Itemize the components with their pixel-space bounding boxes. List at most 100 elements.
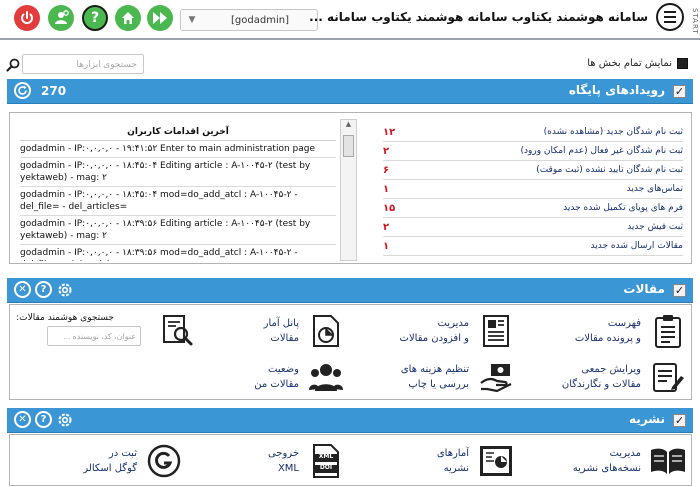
power-icon[interactable] <box>14 5 40 31</box>
xml-export-tile[interactable]: XML DOI خروجی XML <box>205 441 345 481</box>
publication-panel: مدیریت نسخه‌های نشریه آمارهای نشریه XML DO… <box>9 434 692 486</box>
tile-label: فهرست و پرونده مقالات <box>574 318 641 344</box>
manage-articles-tile[interactable]: مدیریت و افزودن مقالات <box>375 311 515 351</box>
publication-section-checkbox[interactable]: ✓ <box>673 414 686 427</box>
event-label: تماس‌های جدید <box>626 184 683 194</box>
close-icon[interactable]: ✕ <box>14 411 31 428</box>
edit-document-icon <box>649 358 687 396</box>
help-icon[interactable]: ? <box>35 411 52 428</box>
google-scholar-tile[interactable]: ثبت در گوگل اسکالر <box>43 441 183 481</box>
document-search-icon <box>159 312 197 350</box>
event-label: ثبت نام شدگان جدید (مشاهده نشده) <box>543 127 683 137</box>
event-label: ثبت نام شدگان غیر فعال (عدم امکان ورود) <box>520 146 684 156</box>
event-count: ۲ <box>383 221 390 233</box>
event-item[interactable]: مقالات ارسال شده جدید ۱ <box>383 237 683 256</box>
document-icon <box>477 312 515 350</box>
stats-document-icon <box>307 312 345 350</box>
scroll-up-icon[interactable]: ▲ <box>341 120 356 132</box>
site-title: سامانه هوشمند یکتاوب سامانه هوشمند یکتاو… <box>309 10 648 24</box>
publication-stats-tile[interactable]: آمارهای نشریه <box>375 441 515 481</box>
user-select[interactable]: ▼ [godadmin] <box>180 9 318 31</box>
xml-doc-bottom-text: DOI <box>319 464 333 471</box>
tools-search-input[interactable] <box>22 54 144 74</box>
log-entry: godadmin - IP:۰,۰,۰,۰ - ۱۸:۳۹:۵۶ Editing… <box>20 216 336 245</box>
close-icon[interactable]: ✕ <box>14 281 31 298</box>
event-item[interactable]: ثبت نام شدگان جدید (مشاهده نشده) ۱۲ <box>383 123 683 142</box>
article-stats-tile[interactable]: پانل آمار مقالات <box>205 311 345 351</box>
tile-label: خروجی XML <box>267 448 299 474</box>
tile-label: مدیریت و افزودن مقالات <box>399 318 469 344</box>
users-group-icon <box>307 358 345 396</box>
tile-label: ویرایش جمعی مقالات و نگارندگان <box>561 364 641 390</box>
articles-section-title: مقالات <box>623 282 665 296</box>
tile-label: وضعیت مقالات من <box>254 364 299 390</box>
tile-label: تنظیم هزینه های بررسی یا چاپ <box>400 364 469 390</box>
log-scrollbar[interactable]: ▲ <box>340 119 357 261</box>
my-articles-tile[interactable]: وضعیت مقالات من <box>205 357 345 397</box>
help-icon[interactable]: ? <box>35 281 52 298</box>
gear-icon[interactable] <box>56 281 74 299</box>
username: [godadmin] <box>231 14 289 26</box>
money-hand-icon <box>477 358 515 396</box>
bulk-edit-tile[interactable]: ویرایش جمعی مقالات و نگارندگان <box>547 357 687 397</box>
event-count: ۶ <box>383 164 390 176</box>
users-settings-icon[interactable] <box>48 5 74 31</box>
xml-document-icon: XML DOI <box>307 442 345 480</box>
review-fee-tile[interactable]: تنظیم هزینه های بررسی یا چاپ <box>375 357 515 397</box>
start-menu-button[interactable] <box>656 3 684 31</box>
events-count: 270 <box>41 84 67 98</box>
event-item[interactable]: ثبت فیش جدید ۲ <box>383 218 683 237</box>
event-item[interactable]: فرم های پویای تکمیل شده جدید ۱۵ <box>383 199 683 218</box>
publication-section-header[interactable]: ✕ ? نشریه ✓ <box>7 408 693 433</box>
google-scholar-icon <box>145 442 183 480</box>
event-count: ۱ <box>383 240 390 252</box>
open-book-icon <box>649 442 687 480</box>
smart-search-icon-tile[interactable] <box>157 311 197 351</box>
events-section-title: رویدادهای پایگاه <box>568 83 665 97</box>
log-entry: godadmin - IP:۰,۰,۰,۰ - ۱۸:۳۹:۵۶ mod=do_… <box>20 245 336 261</box>
clipboard-list-icon <box>649 312 687 350</box>
event-label: ثبت فیش جدید <box>627 222 683 232</box>
article-list-tile[interactable]: فهرست و پرونده مقالات <box>547 311 687 351</box>
publication-section-title: نشریه <box>629 412 665 426</box>
log-title: آخرین اقدامات کاربران <box>20 123 336 141</box>
chevron-down-icon: ▼ <box>188 15 196 25</box>
events-panel: ثبت نام شدگان جدید (مشاهده نشده) ۱۲ ثبت ن… <box>9 112 692 264</box>
tile-label: ثبت در گوگل اسکالر <box>83 448 137 474</box>
scroll-thumb[interactable] <box>343 135 354 157</box>
smart-search-input[interactable] <box>47 326 141 346</box>
event-item[interactable]: تماس‌های جدید ۱ <box>383 180 683 199</box>
event-item[interactable]: ثبت نام شدگان تایید نشده (ثبت موقت) ۶ <box>383 161 683 180</box>
gear-icon[interactable] <box>56 411 74 429</box>
log-entry: godadmin - IP:۰,۰,۰,۰ - ۱۸:۴۵:۰۴ mod=do_… <box>20 187 336 216</box>
show-all-sections-label: نمایش تمام بخش ها <box>587 58 672 69</box>
tile-label: مدیریت نسخه‌های نشریه <box>572 448 641 474</box>
search-icon[interactable] <box>6 57 20 72</box>
refresh-icon[interactable] <box>14 82 31 99</box>
event-label: ثبت نام شدگان تایید نشده (ثبت موقت) <box>536 165 683 175</box>
event-count: ۱۵ <box>383 202 396 214</box>
events-list: ثبت نام شدگان جدید (مشاهده نشده) ۱۲ ثبت ن… <box>383 123 683 256</box>
events-section-checkbox[interactable]: ✓ <box>673 85 686 98</box>
events-section-header[interactable]: 270 رویدادهای پایگاه ✓ <box>7 79 693 104</box>
articles-section-checkbox[interactable]: ✓ <box>673 284 686 297</box>
start-label: START <box>691 8 699 35</box>
help-icon[interactable]: ? <box>82 5 108 31</box>
tile-label: پانل آمار مقالات <box>263 318 299 344</box>
fast-forward-icon[interactable] <box>147 5 173 31</box>
smart-search-label: جستجوی هوشمند مقالات: <box>16 313 114 323</box>
tile-label: آمارهای نشریه <box>436 448 469 474</box>
xml-doc-top-text: XML <box>318 453 334 460</box>
log-entry: godadmin - IP:۰,۰,۰,۰ - ۱۸:۴۵:۰۴ Editing… <box>20 158 336 187</box>
articles-section-header[interactable]: ✕ ? مقالات ✓ <box>7 278 693 303</box>
manage-issues-tile[interactable]: مدیریت نسخه‌های نشریه <box>547 441 687 481</box>
show-all-sections-checkbox[interactable] <box>677 58 688 69</box>
event-item[interactable]: ثبت نام شدگان غیر فعال (عدم امکان ورود) ۲ <box>383 142 683 161</box>
event-label: فرم های پویای تکمیل شده جدید <box>563 203 683 213</box>
event-count: ۱ <box>383 183 390 195</box>
event-count: ۱۲ <box>383 126 396 138</box>
home-icon[interactable] <box>115 5 141 31</box>
event-count: ۲ <box>383 145 390 157</box>
user-activity-log: آخرین اقدامات کاربران godadmin - IP:۰,۰,… <box>20 123 336 261</box>
log-entry: godadmin - IP:۰,۰,۰,۰ - ۱۹:۴۱:۵۲ Enter t… <box>20 141 336 158</box>
